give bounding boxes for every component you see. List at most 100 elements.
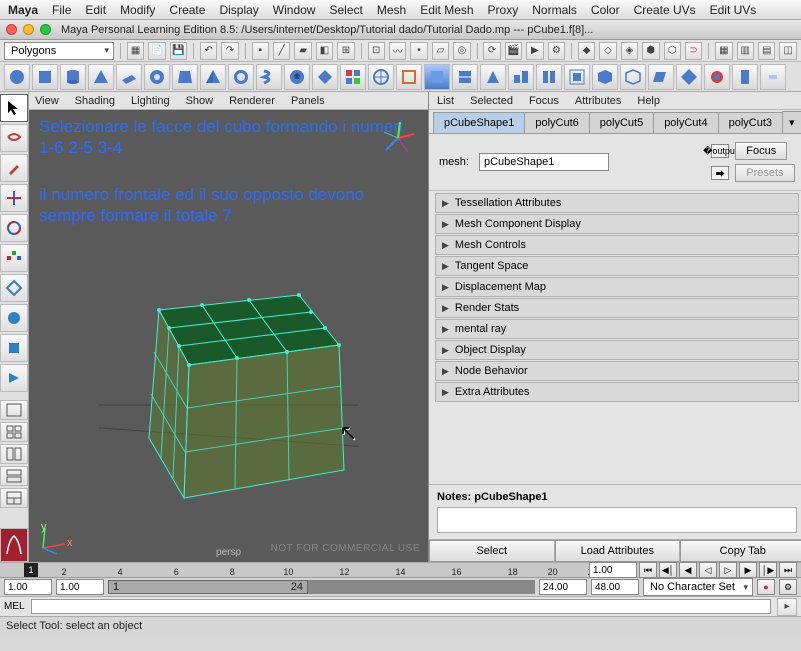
section-object-display[interactable]: ▶Object Display [435,340,799,360]
ipr-button[interactable]: ▶ [526,42,543,60]
snap-grid-button[interactable]: ⊡ [368,42,385,60]
section-extra-attributes[interactable]: ▶Extra Attributes [435,382,799,402]
shelf-plane-button[interactable] [116,64,142,90]
command-exec-button[interactable]: ▸ [777,598,797,616]
shelf-tool-icon[interactable] [396,64,422,90]
step-fwd-key-button[interactable]: │▶ [759,562,777,578]
sel-edge-button[interactable]: ╱ [273,42,290,60]
vp-menu-view[interactable]: View [35,95,59,107]
render-button[interactable]: 🎬 [505,42,522,60]
select-node-button[interactable]: Select [429,540,555,562]
shelf-tool-icon[interactable] [340,64,366,90]
soft-mod-tool[interactable] [0,304,28,332]
section-tangent-space[interactable]: ▶Tangent Space [435,256,799,276]
copy-tab-button[interactable]: Copy Tab [680,540,801,562]
section-mesh-controls[interactable]: ▶Mesh Controls [435,235,799,255]
shelf-cylinder-button[interactable] [60,64,86,90]
anim-start-field[interactable]: 1.00 [4,579,52,595]
range-handle[interactable]: 1 24 [108,580,308,594]
snap-curve-button[interactable]: 〰 [389,42,406,60]
vp-menu-panels[interactable]: Panels [291,95,325,107]
playback-start-field[interactable]: 1.00 [56,579,104,595]
tab-pcubeshape1[interactable]: pCubeShape1 [433,112,525,133]
presets-button[interactable]: Presets [735,164,794,182]
shelf-cone-button[interactable] [88,64,114,90]
shelf-tool-icon[interactable] [732,64,758,90]
menu-editmesh[interactable]: Edit Mesh [420,3,473,17]
tab-polycut5[interactable]: polyCut5 [589,112,654,133]
tab-polycut4[interactable]: polyCut4 [653,112,718,133]
menu-window[interactable]: Window [273,3,316,17]
shelf-tool-icon[interactable] [760,64,786,90]
history-button[interactable]: ⟳ [483,42,500,60]
sel-object-button[interactable]: ◧ [316,42,333,60]
command-input[interactable] [31,599,771,614]
play-back-button[interactable]: ◁ [699,562,717,578]
shelf-prism-button[interactable] [172,64,198,90]
vp-menu-show[interactable]: Show [186,95,214,107]
autokey-button[interactable]: ● [757,579,775,595]
shelf-helix-button[interactable] [256,64,282,90]
goto-input-icon[interactable]: �output [711,144,729,158]
menu-edit[interactable]: Edit [85,3,106,17]
section-render-stats[interactable]: ▶Render Stats [435,298,799,318]
layout-icon[interactable]: ▦ [715,42,732,60]
sel-uv-button[interactable]: ⊞ [337,42,354,60]
range-slider[interactable]: 1 24 [108,580,535,594]
shelf-sphere-button[interactable] [4,64,30,90]
redo-button[interactable]: ↷ [221,42,238,60]
menu-file[interactable]: File [52,3,71,17]
menu-proxy[interactable]: Proxy [488,3,519,17]
shelf-tool-icon[interactable] [676,64,702,90]
attr-menu-selected[interactable]: Selected [470,95,513,107]
playback-speed-field[interactable]: 1.00 [589,562,637,578]
snap-live-button[interactable]: ◎ [453,42,470,60]
paint-select-tool[interactable] [0,154,28,182]
layout-icon[interactable]: ▥ [737,42,754,60]
shelf-tool-icon[interactable] [508,64,534,90]
shelf-tool-icon[interactable] [620,64,646,90]
menu-createuvs[interactable]: Create UVs [634,3,696,17]
menu-set-selector[interactable]: Polygons [4,42,114,60]
window-close-button[interactable] [6,24,17,35]
misc-icon[interactable]: ◇ [599,42,616,60]
step-back-key-button[interactable]: ◀│ [659,562,677,578]
open-scene-button[interactable]: 📄 [148,42,165,60]
section-mental-ray[interactable]: ▶mental ray [435,319,799,339]
select-tool[interactable] [0,94,28,122]
step-back-button[interactable]: ◀ [679,562,697,578]
misc-icon[interactable]: ◆ [578,42,595,60]
layout-four-button[interactable] [0,422,28,442]
vp-menu-renderer[interactable]: Renderer [229,95,275,107]
save-scene-button[interactable]: 💾 [170,42,187,60]
shelf-pipe-button[interactable] [228,64,254,90]
layout-two-button[interactable] [0,444,28,464]
menu-modify[interactable]: Modify [120,3,155,17]
new-scene-button[interactable]: ▦ [127,42,144,60]
window-zoom-button[interactable] [40,24,51,35]
anim-end-field[interactable]: 48.00 [591,579,639,595]
shelf-platonic-button[interactable] [312,64,338,90]
attr-menu-help[interactable]: Help [637,95,660,107]
scale-tool[interactable] [0,244,28,272]
rotate-tool[interactable] [0,214,28,242]
shelf-pyramid-button[interactable] [200,64,226,90]
character-set-selector[interactable]: No Character Set [643,578,753,596]
misc-icon[interactable]: ⬡ [664,42,681,60]
menu-select[interactable]: Select [329,3,362,17]
go-to-end-button[interactable]: ⏭ [779,562,797,578]
attr-menu-list[interactable]: List [437,95,454,107]
tab-polycut3[interactable]: polyCut3 [718,112,783,133]
undo-button[interactable]: ↶ [200,42,217,60]
node-name-field[interactable] [479,153,609,171]
playback-end-field[interactable]: 24.00 [539,579,587,595]
layout-misc-button[interactable] [0,466,28,486]
menu-create[interactable]: Create [169,3,205,17]
shelf-cube-button[interactable] [32,64,58,90]
shelf-tool-icon[interactable] [368,64,394,90]
shelf-tool-icon[interactable] [564,64,590,90]
menu-color[interactable]: Color [591,3,620,17]
goto-output-icon[interactable]: ⮕ [711,166,729,180]
section-displacement-map[interactable]: ▶Displacement Map [435,277,799,297]
snap-point-button[interactable]: • [410,42,427,60]
